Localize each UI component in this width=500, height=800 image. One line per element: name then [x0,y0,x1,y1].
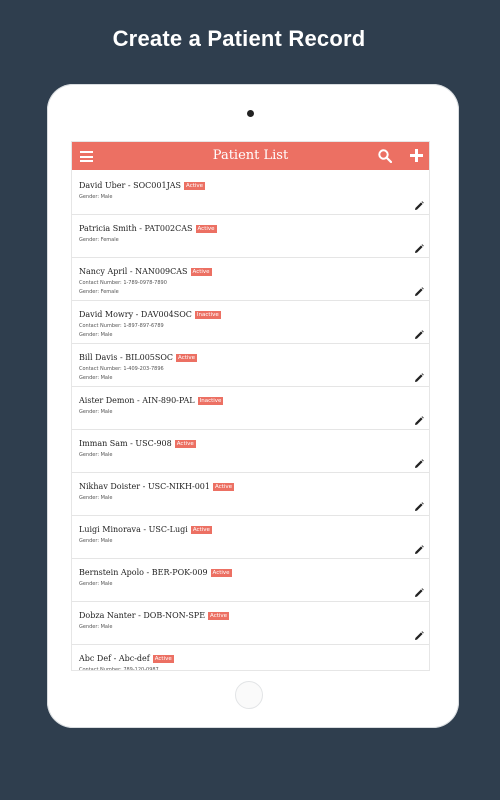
list-item[interactable]: Patricia Smith - PAT002CAS Active Gender: … [72,215,429,258]
patient-name-text: Dobza Nanter - DOB-NON-SPE [79,611,206,620]
app-screen: Patient List David Uber - SOC001JAS Activ… [71,141,430,671]
patient-name-text: Aister Demon - AIN-890-PAL [79,396,195,405]
patient-name: Nancy April - NAN009CAS Active [79,267,212,276]
patient-detail: Gender: Male [79,409,113,415]
list-item[interactable]: Bill Davis - BIL005SOC Active Contact Numb… [72,344,429,387]
page-title: Patient List [212,148,289,163]
patient-name-text: Abc Def - Abc-def [79,654,150,663]
patient-detail: Gender: Male [79,538,113,544]
edit-pencil-icon[interactable] [414,373,424,383]
patient-detail: Gender: Male [79,452,113,458]
plus-icon[interactable] [410,149,423,162]
camera-dot [247,110,254,117]
list-item[interactable]: Nancy April - NAN009CAS Active Contact Num… [72,258,429,301]
edit-pencil-icon[interactable] [414,416,424,426]
patient-name: Abc Def - Abc-def Active [79,654,174,663]
status-badge: Active [152,655,174,663]
patient-name: Patricia Smith - PAT002CAS Active [79,224,217,233]
patient-name-text: Bernstein Apolo - BER-POK-009 [79,568,208,577]
patient-detail: Gender: Male [79,375,113,381]
edit-pencil-icon[interactable] [414,244,424,254]
app-bar: Patient List [72,142,429,170]
list-item[interactable]: David Uber - SOC001JAS Active Gender: Male [72,172,429,215]
tablet-frame: Patient List David Uber - SOC001JAS Activ… [47,84,459,728]
list-item[interactable]: Nikhav Doister - USC-NIKH-001 Active Gende… [72,473,429,516]
edit-pencil-icon[interactable] [414,545,424,555]
status-badge: Active [195,225,217,233]
patient-detail: Gender: Male [79,332,113,338]
patient-detail: Gender: Male [79,581,113,587]
promo-headline: Create a Patient Record [112,26,366,51]
status-badge: Active [210,569,232,577]
edit-pencil-icon[interactable] [414,459,424,469]
patient-name-text: David Uber - SOC001JAS [79,181,182,190]
patient-name: Aister Demon - AIN-890-PAL Inactive [79,396,224,405]
patient-name-text: Luigi Minorava - USC-Lugi [79,525,188,534]
patient-name-text: Imman Sam - USC-908 [79,439,172,448]
edit-pencil-icon[interactable] [414,330,424,340]
patient-list: David Uber - SOC001JAS Active Gender: Male… [72,172,429,671]
status-badge: Active [190,526,212,534]
patient-detail: Gender: Female [79,289,119,295]
patient-detail: Contact Number: 1-897-897-6789 [79,323,164,329]
patient-name: Dobza Nanter - DOB-NON-SPE Active [79,611,230,620]
patient-name: Bernstein Apolo - BER-POK-009 Active [79,568,232,577]
list-item[interactable]: Aister Demon - AIN-890-PAL Inactive Gender… [72,387,429,430]
patient-name-text: Bill Davis - BIL005SOC [79,353,174,362]
search-icon[interactable] [378,149,392,163]
patient-detail: Gender: Female [79,237,119,243]
patient-name-text: Nancy April - NAN009CAS [79,267,188,276]
status-badge: Active [212,483,234,491]
patient-name: Nikhav Doister - USC-NIKH-001 Active [79,482,234,491]
patient-name: Luigi Minorava - USC-Lugi Active [79,525,212,534]
patient-name: David Mowry - DAV004SOC Inactive [79,310,221,319]
edit-pencil-icon[interactable] [414,502,424,512]
list-item[interactable]: Bernstein Apolo - BER-POK-009 Active Gende… [72,559,429,602]
home-button[interactable] [235,681,263,709]
status-badge: Inactive [194,311,221,319]
status-badge: Inactive [197,397,224,405]
edit-pencil-icon[interactable] [414,631,424,641]
list-item[interactable]: Abc Def - Abc-def Active Contact Number: 7… [72,645,429,671]
patient-detail: Gender: Male [79,194,113,200]
edit-pencil-icon[interactable] [414,201,424,211]
status-badge: Active [176,354,198,362]
list-item[interactable]: Luigi Minorava - USC-Lugi Active Gender: M… [72,516,429,559]
status-badge: Active [208,612,230,620]
patient-detail: Gender: Male [79,495,113,501]
list-item[interactable]: Imman Sam - USC-908 Active Gender: Male [72,430,429,473]
status-badge: Active [174,440,196,448]
edit-pencil-icon[interactable] [414,287,424,297]
patient-name-text: David Mowry - DAV004SOC [79,310,192,319]
patient-name: Imman Sam - USC-908 Active [79,439,196,448]
patient-name: David Uber - SOC001JAS Active [79,181,206,190]
patient-detail: Contact Number: 1-409-203-7896 [79,366,164,372]
patient-detail: Contact Number: 789-120-0987 [79,667,159,671]
list-item[interactable]: David Mowry - DAV004SOC Inactive Contact N… [72,301,429,344]
edit-pencil-icon[interactable] [414,588,424,598]
patient-detail: Gender: Male [79,624,113,630]
status-badge: Active [184,182,206,190]
patient-name-text: Patricia Smith - PAT002CAS [79,224,193,233]
patient-name-text: Nikhav Doister - USC-NIKH-001 [79,482,210,491]
list-item[interactable]: Dobza Nanter - DOB-NON-SPE Active Gender: … [72,602,429,645]
patient-name: Bill Davis - BIL005SOC Active [79,353,198,362]
patient-detail: Contact Number: 1-789-0978-7890 [79,280,167,286]
status-badge: Active [190,268,212,276]
